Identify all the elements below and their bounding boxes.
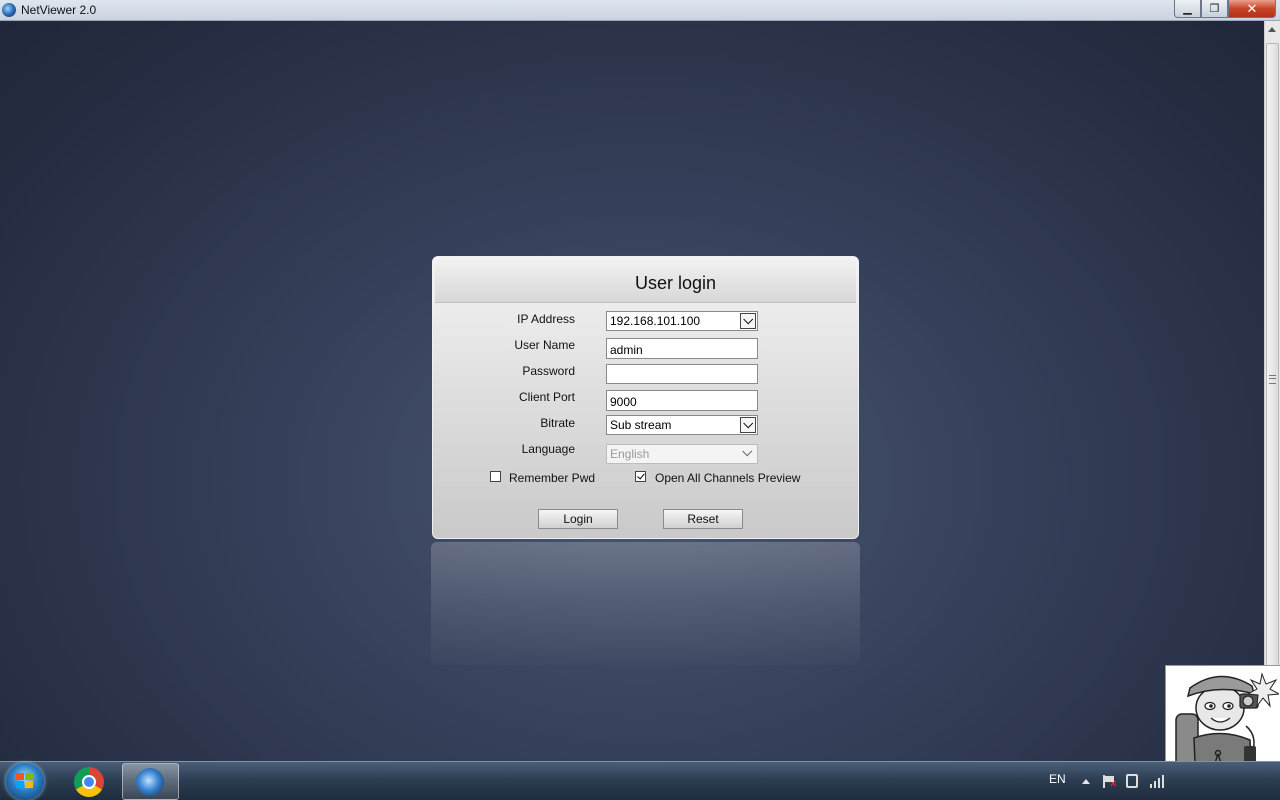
action-center-flag-icon[interactable]: ✕ — [1103, 775, 1117, 790]
bitrate-label: Bitrate — [540, 416, 575, 430]
ip-address-value: 192.168.101.100 — [610, 314, 701, 328]
chevron-down-icon[interactable] — [740, 313, 756, 329]
language-label: Language — [521, 442, 575, 456]
user-name-input[interactable] — [606, 338, 758, 359]
minimize-button[interactable]: ▁ — [1174, 0, 1201, 18]
bitrate-value: Sub stream — [610, 418, 672, 432]
scroll-up-arrow-icon[interactable] — [1268, 27, 1276, 32]
windows-logo-icon — [16, 773, 34, 789]
open-all-channels-label: Open All Channels Preview — [655, 471, 801, 485]
login-button[interactable]: Login — [538, 509, 618, 529]
start-button[interactable] — [6, 763, 44, 800]
language-select[interactable]: English — [606, 444, 758, 464]
reset-button[interactable]: Reset — [663, 509, 743, 529]
chevron-down-icon[interactable] — [740, 417, 756, 433]
chevron-down-icon — [740, 446, 756, 462]
password-label: Password — [522, 364, 575, 378]
ip-address-combo[interactable]: 192.168.101.100 — [606, 311, 758, 331]
login-dialog-header: User login — [435, 259, 856, 303]
open-all-channels-checkbox[interactable] — [635, 471, 646, 482]
password-input[interactable] — [606, 364, 758, 384]
desktop: NetViewer 2.0 ▁ ❐ ✕ User login IP Addres… — [0, 0, 1280, 800]
window-titlebar: NetViewer 2.0 ▁ ❐ ✕ — [0, 0, 1280, 21]
netviewer-app-icon — [2, 3, 16, 17]
netviewer-taskbar-button[interactable] — [122, 763, 179, 800]
taskbar: EN ✕ — [0, 761, 1280, 800]
chrome-taskbar-icon[interactable] — [74, 767, 104, 797]
remember-pwd-checkbox[interactable] — [490, 471, 501, 482]
power-icon[interactable] — [1126, 774, 1138, 788]
ip-address-label: IP Address — [517, 312, 575, 326]
show-hidden-icons-icon[interactable] — [1082, 779, 1090, 784]
network-signal-icon[interactable] — [1150, 774, 1166, 788]
login-dialog: User login IP Address 192.168.101.100 Us… — [432, 256, 859, 539]
close-button[interactable]: ✕ — [1228, 0, 1276, 18]
remember-pwd-label: Remember Pwd — [509, 471, 596, 485]
netviewer-icon — [136, 768, 164, 796]
window-title: NetViewer 2.0 — [21, 3, 97, 17]
language-value: English — [610, 447, 650, 461]
vertical-scrollbar[interactable] — [1264, 21, 1280, 761]
login-dialog-reflection — [431, 542, 860, 665]
language-indicator[interactable]: EN — [1049, 772, 1066, 786]
maximize-button[interactable]: ❐ — [1201, 0, 1228, 18]
scroll-thumb[interactable] — [1266, 43, 1279, 737]
user-name-label: User Name — [514, 338, 575, 352]
bitrate-select[interactable]: Sub stream — [606, 415, 758, 435]
client-port-label: Client Port — [518, 390, 575, 404]
login-title: User login — [634, 273, 717, 293]
scroll-grip-icon — [1269, 375, 1276, 384]
client-port-input[interactable] — [606, 390, 758, 411]
